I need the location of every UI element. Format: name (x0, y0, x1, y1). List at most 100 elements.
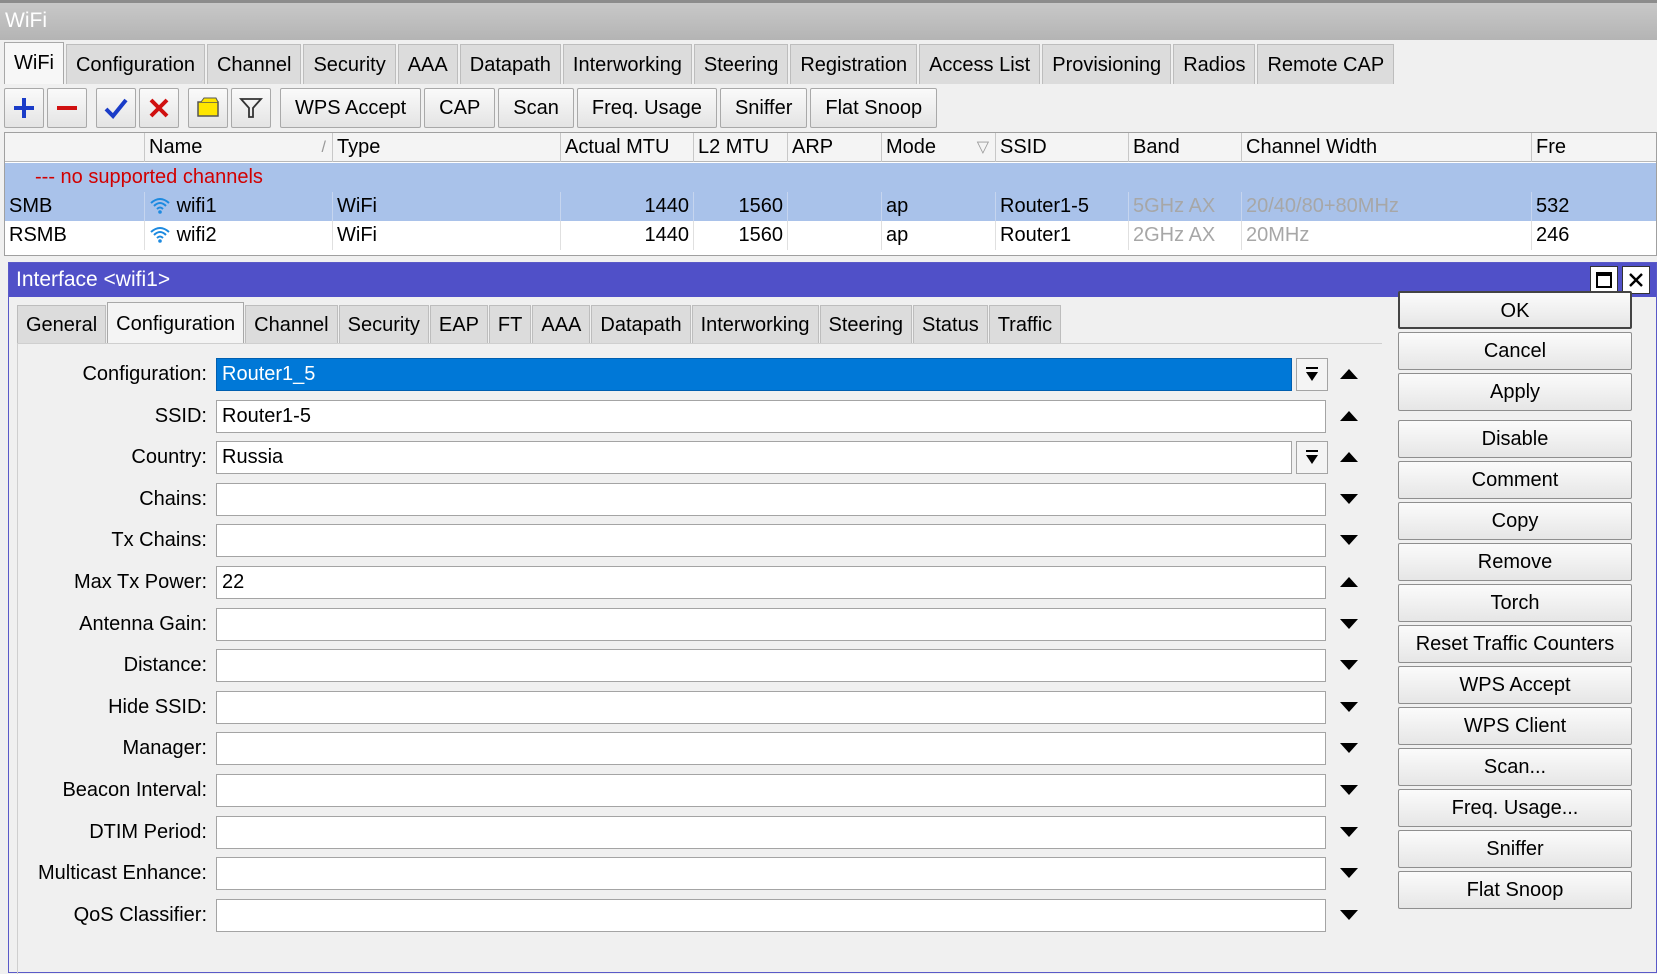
antenna-gain-toggle-button[interactable] (1336, 612, 1362, 636)
cancel-button[interactable]: Cancel (1398, 332, 1632, 370)
table-comment-row[interactable]: --- no supported channels (5, 163, 1656, 192)
remove-button[interactable]: Remove (1398, 543, 1632, 581)
column-header-name[interactable]: Name / (145, 133, 333, 162)
enable-button[interactable] (96, 88, 136, 128)
tx-chains-input[interactable] (216, 524, 1326, 558)
multicast-enhance-input[interactable] (216, 857, 1326, 891)
close-button[interactable] (1622, 266, 1650, 294)
country-toggle-button[interactable] (1336, 445, 1362, 469)
tab-security[interactable]: Security (303, 44, 396, 84)
antenna-gain-input[interactable] (216, 607, 1326, 641)
disable-button[interactable] (139, 88, 179, 128)
dialog-tab-status[interactable]: Status (913, 305, 988, 343)
distance-label: Distance: (123, 654, 207, 677)
distance-toggle-button[interactable] (1336, 653, 1362, 677)
dtim-period-toggle-button[interactable] (1336, 820, 1362, 844)
freq-usage-button[interactable]: Freq. Usage... (1398, 789, 1632, 827)
torch-button[interactable]: Torch (1398, 584, 1632, 622)
dialog-tab-general[interactable]: General (17, 305, 107, 343)
dialog-tab-steering[interactable]: Steering (819, 305, 912, 343)
column-header-flags[interactable] (5, 133, 145, 162)
tab-remote-cap[interactable]: Remote CAP (1257, 44, 1395, 84)
dialog-tab-interworking[interactable]: Interworking (691, 305, 819, 343)
reset-traffic-counters-button[interactable]: Reset Traffic Counters (1398, 625, 1632, 663)
freq-usage-button[interactable]: Freq. Usage (576, 88, 717, 128)
sniffer-button[interactable]: Sniffer (1398, 830, 1632, 868)
country-input[interactable]: Russia (216, 441, 1292, 475)
column-header-channel-width[interactable]: Channel Width (1242, 133, 1532, 162)
tab-steering[interactable]: Steering (693, 44, 789, 84)
comment-button[interactable]: Comment (1398, 461, 1632, 499)
column-header-band[interactable]: Band (1129, 133, 1242, 162)
wps-accept-button[interactable]: WPS Accept (280, 88, 422, 128)
ssid-toggle-button[interactable] (1336, 404, 1362, 428)
wps-client-button[interactable]: WPS Client (1398, 707, 1632, 745)
apply-button[interactable]: Apply (1398, 373, 1632, 411)
beacon-interval-toggle-button[interactable] (1336, 778, 1362, 802)
configuration-toggle-button[interactable] (1336, 362, 1362, 386)
copy-button[interactable]: Copy (1398, 502, 1632, 540)
dialog-tab-eap[interactable]: EAP (429, 305, 488, 343)
hide-ssid-input[interactable] (216, 690, 1326, 724)
sniffer-button[interactable]: Sniffer (719, 88, 808, 128)
tab-channel[interactable]: Channel (206, 44, 302, 84)
column-header-ssid[interactable]: SSID (996, 133, 1129, 162)
distance-input[interactable] (216, 649, 1326, 683)
dialog-tab-datapath[interactable]: Datapath (591, 305, 691, 343)
chains-toggle-button[interactable] (1336, 487, 1362, 511)
tab-provisioning[interactable]: Provisioning (1042, 44, 1172, 84)
column-header-type[interactable]: Type (333, 133, 561, 162)
wps-accept-button[interactable]: WPS Accept (1398, 666, 1632, 704)
hide-ssid-toggle-button[interactable] (1336, 695, 1362, 719)
cap-button[interactable]: CAP (424, 88, 496, 128)
column-header-frequency[interactable]: Fre (1532, 133, 1656, 162)
tx-chains-toggle-button[interactable] (1336, 528, 1362, 552)
dialog-tab-security[interactable]: Security (338, 305, 429, 343)
remove-button[interactable] (47, 88, 87, 128)
column-header-mode[interactable]: Mode ▽ (882, 133, 996, 162)
dialog-tab-configuration[interactable]: Configuration (107, 302, 245, 343)
beacon-interval-input[interactable] (216, 774, 1326, 807)
column-header-arp[interactable]: ARP (788, 133, 882, 162)
add-button[interactable] (4, 88, 44, 128)
column-header-actual-mtu[interactable]: Actual MTU (561, 133, 694, 162)
filter-button[interactable] (231, 88, 271, 128)
dialog-tab-ft[interactable]: FT (488, 305, 532, 343)
comment-button[interactable] (188, 88, 228, 128)
tab-access-list[interactable]: Access List (919, 44, 1041, 84)
max-tx-power-input[interactable]: 22 (216, 566, 1326, 599)
tab-interworking[interactable]: Interworking (562, 44, 692, 84)
ok-button[interactable]: OK (1398, 291, 1632, 329)
multicast-enhance-toggle-button[interactable] (1336, 861, 1362, 885)
flat-snoop-button[interactable]: Flat Snoop (810, 88, 938, 128)
tab-datapath[interactable]: Datapath (459, 44, 561, 84)
table-row-wifi1[interactable]: SMB wifi1 WiFi 1440 1560 ap Router1-5 5G… (5, 192, 1656, 221)
column-header-l2-mtu[interactable]: L2 MTU (694, 133, 788, 162)
dtim-period-input[interactable] (216, 815, 1326, 849)
chains-input[interactable] (216, 482, 1326, 516)
table-row-wifi2[interactable]: RSMB wifi2 WiFi 1440 1560 ap Router1 2GH… (5, 221, 1656, 250)
qos-classifier-toggle-button[interactable] (1336, 903, 1362, 927)
manager-toggle-button[interactable] (1336, 736, 1362, 760)
tab-configuration[interactable]: Configuration (65, 44, 205, 84)
scan-button[interactable]: Scan... (1398, 748, 1632, 786)
tab-wifi[interactable]: WiFi (4, 42, 64, 84)
tab-aaa[interactable]: AAA (397, 44, 458, 84)
qos-classifier-input[interactable] (216, 898, 1326, 932)
maximize-button[interactable] (1590, 266, 1618, 294)
dialog-tab-aaa[interactable]: AAA (532, 305, 591, 343)
max-tx-power-toggle-button[interactable] (1336, 570, 1362, 594)
tab-registration[interactable]: Registration (790, 44, 918, 84)
configuration-input[interactable]: Router1_5 (216, 358, 1292, 391)
disable-button[interactable]: Disable (1398, 420, 1632, 458)
configuration-dropdown-button[interactable] (1296, 358, 1328, 391)
ssid-input[interactable]: Router1-5 (216, 399, 1326, 433)
country-dropdown-button[interactable] (1296, 441, 1328, 475)
row-mode: ap (882, 192, 996, 221)
scan-button[interactable]: Scan (498, 88, 574, 128)
dialog-tab-channel[interactable]: Channel (245, 305, 338, 343)
flat-snoop-button[interactable]: Flat Snoop (1398, 871, 1632, 909)
tab-radios[interactable]: Radios (1173, 44, 1256, 84)
manager-input[interactable] (216, 732, 1326, 766)
dialog-tab-traffic[interactable]: Traffic (988, 305, 1062, 343)
